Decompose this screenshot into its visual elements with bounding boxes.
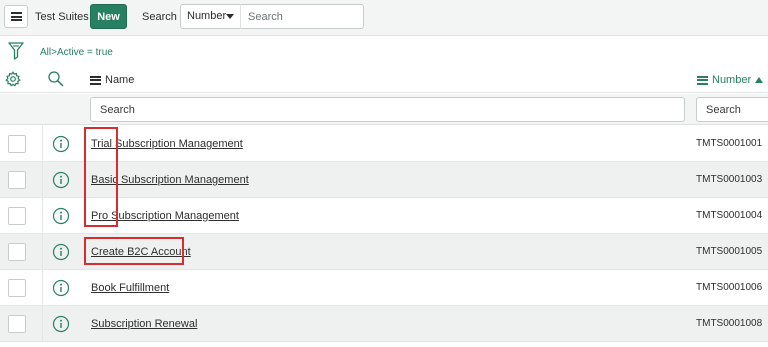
table-row: Create B2C Account TMTS0001005 [0,234,768,270]
list-lines-icon [697,75,708,85]
caret-down-icon [226,14,234,19]
table-row: Subscription Renewal TMTS0001008 [0,306,768,342]
column-divider [42,126,43,162]
column-header-name[interactable]: Name [90,74,134,86]
breadcrumb-row: All>Active = true [0,37,768,66]
row-checkbox[interactable] [8,279,26,297]
breadcrumb-all[interactable]: All [40,47,51,58]
new-button[interactable]: New [90,4,127,29]
search-field-select[interactable]: Number [180,4,241,29]
record-name-link[interactable]: Basic Subscription Management [91,174,249,186]
record-name-link[interactable]: Trial Subscription Management [91,138,243,150]
row-checkbox[interactable] [8,243,26,261]
record-number: TMTS0001003 [696,174,763,185]
breadcrumb: All>Active = true [40,47,113,58]
column-header-row: Name Number [0,66,768,93]
record-name-link[interactable]: Pro Subscription Management [91,210,239,222]
breadcrumb-condition[interactable]: Active = true [57,47,113,58]
table-row: Book Fulfillment TMTS0001006 [0,270,768,306]
column-header-number-label: Number [712,74,752,86]
row-checkbox[interactable] [8,315,26,333]
row-checkbox[interactable] [8,135,26,153]
column-divider [42,270,43,306]
record-name-link[interactable]: Create B2C Account [91,246,191,258]
table-row: Pro Subscription Management TMTS0001004 [0,198,768,234]
column-header-name-label: Name [105,74,135,86]
info-icon[interactable] [52,135,70,153]
info-icon[interactable] [52,315,70,333]
column-divider [42,234,43,270]
gear-icon[interactable] [5,71,21,87]
search-label: Search [142,11,177,23]
search-input[interactable] [240,4,364,29]
info-icon[interactable] [52,243,70,261]
menu-icon [10,12,22,21]
list-toolbar: Test Suites New Search Number [0,0,768,36]
search-icon[interactable] [47,70,64,87]
table-row: Basic Subscription Management TMTS000100… [0,162,768,198]
record-number: TMTS0001006 [696,282,763,293]
sort-ascending-icon [755,77,764,83]
info-icon[interactable] [52,171,70,189]
info-icon[interactable] [52,279,70,297]
number-filter-input[interactable] [696,97,768,122]
row-checkbox[interactable] [8,171,26,189]
record-name-link[interactable]: Subscription Renewal [91,318,197,330]
info-icon[interactable] [52,207,70,225]
column-header-number[interactable]: Number [697,74,764,86]
record-name-link[interactable]: Book Fulfillment [91,282,169,294]
list-menu-button[interactable] [4,5,28,28]
search-field-selected: Number [187,10,227,22]
list-lines-icon [90,75,101,85]
record-number: TMTS0001005 [696,246,763,257]
list-title: Test Suites [35,11,89,23]
record-number: TMTS0001004 [696,210,763,221]
table-row: Trial Subscription Management TMTS000100… [0,126,768,162]
column-divider [42,198,43,234]
funnel-icon[interactable] [8,41,24,61]
name-filter-input[interactable] [90,97,685,122]
column-filter-row [0,94,768,125]
row-checkbox[interactable] [8,207,26,225]
column-divider [42,162,43,198]
record-number: TMTS0001008 [696,318,763,329]
column-divider [42,306,43,342]
record-number: TMTS0001001 [696,138,763,149]
